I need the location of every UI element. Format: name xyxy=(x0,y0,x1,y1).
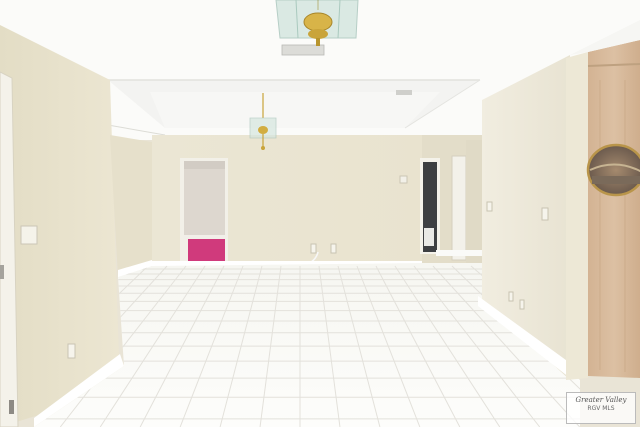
wall-outlet xyxy=(508,291,514,302)
left-wall xyxy=(0,25,120,427)
oval-framed-painting xyxy=(586,143,640,197)
tray-ceiling-inner xyxy=(150,92,440,128)
ceiling-vent xyxy=(396,90,412,95)
ceiling-vent xyxy=(281,44,325,56)
room-illustration xyxy=(0,0,640,427)
wall-outlet xyxy=(330,243,337,254)
doorway xyxy=(184,161,225,238)
watermark-logo: Greater Valley xyxy=(575,396,627,404)
wall-outlet xyxy=(310,243,317,254)
corner-column xyxy=(566,52,588,380)
light-switch xyxy=(486,201,493,212)
room-photo: Greater Valley RGV MLS xyxy=(0,0,640,427)
wall-outlet xyxy=(67,343,76,359)
wood-panel-wall xyxy=(588,40,640,378)
watermark-subtext: RGV MLS xyxy=(587,405,615,412)
side-wall xyxy=(110,135,152,277)
pink-carpet xyxy=(188,238,225,265)
thermostat xyxy=(399,175,408,184)
hall-door xyxy=(451,155,467,261)
mls-watermark: Greater Valley RGV MLS xyxy=(566,392,636,424)
light-switch xyxy=(20,225,38,245)
wall-outlet xyxy=(519,299,525,310)
light-switch xyxy=(541,207,549,221)
